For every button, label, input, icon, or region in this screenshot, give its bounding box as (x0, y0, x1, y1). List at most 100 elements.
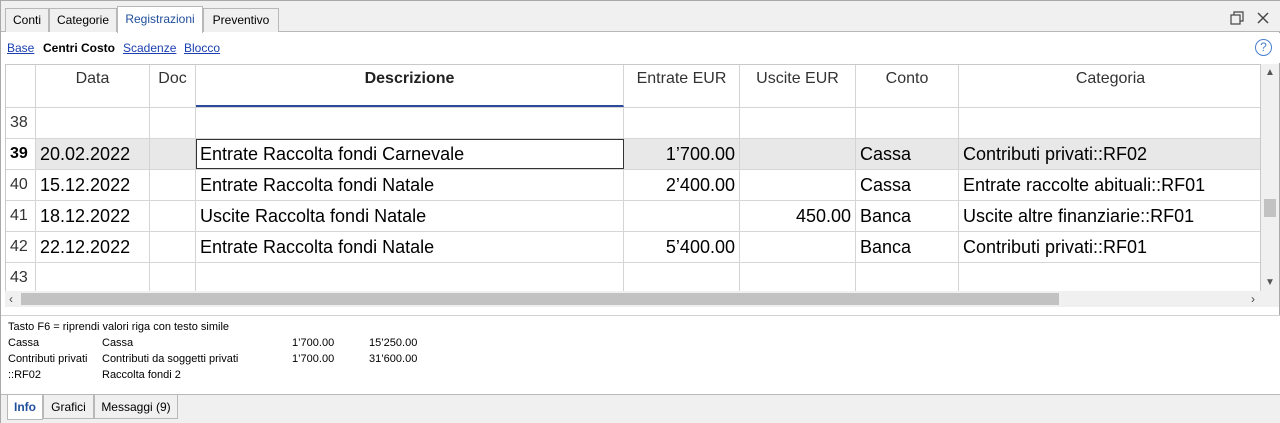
cell-conto[interactable]: Cassa (856, 139, 959, 169)
cell-entrate[interactable]: 1’700.00 (624, 139, 740, 169)
cell-doc[interactable] (150, 263, 196, 292)
info-line-2-col4: 31’600.00 (369, 353, 418, 365)
cell-doc[interactable] (150, 139, 196, 169)
col-header-uscite[interactable]: Uscite EUR (740, 65, 856, 107)
table-row[interactable]: 39 20.02.2022 Entrate Raccolta fondi Carne… (6, 139, 1260, 170)
horizontal-scroll-thumb[interactable] (21, 293, 1059, 305)
scroll-right-icon[interactable]: › (1251, 291, 1255, 307)
bottom-tab-bar: Info Grafici Messaggi (9) (1, 394, 1280, 423)
link-scadenze[interactable]: Scadenze (123, 41, 176, 55)
col-header-entrate[interactable]: Entrate EUR (624, 65, 740, 107)
top-tab-bar: Conti Categorie Registrazioni Preventivo (1, 1, 1280, 33)
cell-data[interactable]: 15.12.2022 (36, 170, 150, 200)
app-window: Conti Categorie Registrazioni Preventivo… (0, 0, 1280, 423)
cell-descrizione[interactable]: Entrate Raccolta fondi Carnevale (196, 139, 624, 169)
tab-conti[interactable]: Conti (5, 8, 49, 32)
col-header-descrizione[interactable]: Descrizione (196, 65, 624, 107)
cell-doc[interactable] (150, 232, 196, 262)
transactions-table: Data Doc Descrizione Entrate EUR Uscite … (5, 64, 1261, 293)
cell-conto[interactable]: Banca (856, 201, 959, 231)
tab-grafici[interactable]: Grafici (43, 395, 94, 419)
row-number: 43 (6, 263, 36, 292)
restore-window-icon[interactable] (1230, 11, 1244, 25)
horizontal-scrollbar[interactable]: ‹ › (5, 291, 1279, 307)
cell-descrizione[interactable] (196, 108, 624, 138)
row-number: 38 (6, 108, 36, 138)
table-row[interactable]: 42 22.12.2022 Entrate Raccolta fondi Natal… (6, 232, 1260, 263)
cell-entrate[interactable] (624, 108, 740, 138)
link-blocco[interactable]: Blocco (184, 41, 220, 55)
info-panel: Tasto F6 = riprendi valori riga con test… (1, 315, 1280, 395)
cell-doc[interactable] (150, 170, 196, 200)
info-line-3-col1: ::RF02 (8, 369, 42, 381)
row-number: 42 (6, 232, 36, 262)
cell-data[interactable] (36, 263, 150, 292)
info-line-3-col2: Raccolta fondi 2 (102, 369, 181, 381)
table-row[interactable]: 38 (6, 108, 1260, 139)
cell-uscite[interactable] (740, 263, 856, 292)
cell-descrizione[interactable]: Entrate Raccolta fondi Natale (196, 170, 624, 200)
cell-entrate[interactable] (624, 201, 740, 231)
vertical-scrollbar[interactable]: ▲ ▼ (1261, 64, 1279, 293)
cell-doc[interactable] (150, 201, 196, 231)
cell-conto[interactable]: Cassa (856, 170, 959, 200)
table-row[interactable]: 41 18.12.2022 Uscite Raccolta fondi Natale… (6, 201, 1260, 232)
row-number-header (6, 65, 36, 107)
cell-categoria[interactable]: Contributi privati::RF01 (959, 232, 1260, 262)
info-line-1-col4: 15’250.00 (369, 337, 418, 349)
cell-descrizione[interactable]: Uscite Raccolta fondi Natale (196, 201, 624, 231)
cell-categoria[interactable] (959, 263, 1260, 292)
info-line-1-col1: Cassa (8, 337, 40, 349)
cell-categoria[interactable] (959, 108, 1260, 138)
cell-conto[interactable] (856, 263, 959, 292)
tab-categorie[interactable]: Categorie (49, 8, 117, 32)
cell-uscite[interactable]: 450.00 (740, 201, 856, 231)
info-line-2-col2: Contributi da soggetti privati (102, 353, 239, 365)
row-number: 39 (6, 139, 36, 169)
cell-data[interactable]: 22.12.2022 (36, 232, 150, 262)
cell-entrate[interactable] (624, 263, 740, 292)
cell-doc[interactable] (150, 108, 196, 138)
tab-preventivo[interactable]: Preventivo (203, 8, 279, 32)
tab-info[interactable]: Info (7, 395, 43, 420)
cell-entrate[interactable]: 5’400.00 (624, 232, 740, 262)
table-row[interactable]: 43 (6, 263, 1260, 292)
cell-conto[interactable] (856, 108, 959, 138)
scroll-up-icon[interactable]: ▲ (1261, 67, 1279, 78)
info-line-1-col2: Cassa (102, 337, 134, 349)
info-hint: Tasto F6 = riprendi valori riga con test… (8, 321, 230, 333)
help-icon[interactable]: ? (1255, 39, 1272, 56)
cell-data[interactable]: 20.02.2022 (36, 139, 150, 169)
cell-categoria[interactable]: Uscite altre finanziarie::RF01 (959, 201, 1260, 231)
view-links-bar: Base Centri Costo Scadenze Blocco ? (1, 33, 1280, 63)
cell-categoria[interactable]: Contributi privati::RF02 (959, 139, 1260, 169)
tab-messaggi[interactable]: Messaggi (9) (94, 395, 178, 419)
cell-uscite[interactable] (740, 139, 856, 169)
scroll-down-icon[interactable]: ▼ (1261, 277, 1279, 288)
cell-categoria[interactable]: Entrate raccolte abituali::RF01 (959, 170, 1260, 200)
vertical-scroll-thumb[interactable] (1264, 199, 1276, 217)
cell-uscite[interactable] (740, 108, 856, 138)
table-row[interactable]: 40 15.12.2022 Entrate Raccolta fondi Natal… (6, 170, 1260, 201)
close-icon[interactable] (1256, 11, 1270, 25)
col-header-categoria[interactable]: Categoria (959, 65, 1260, 107)
info-line-2-col3: 1’700.00 (292, 353, 335, 365)
col-header-data[interactable]: Data (36, 65, 150, 107)
cell-uscite[interactable] (740, 232, 856, 262)
cell-data[interactable]: 18.12.2022 (36, 201, 150, 231)
tab-registrazioni[interactable]: Registrazioni (117, 6, 203, 33)
cell-descrizione[interactable] (196, 263, 624, 292)
cell-uscite[interactable] (740, 170, 856, 200)
col-header-doc[interactable]: Doc (150, 65, 196, 107)
cell-descrizione[interactable]: Entrate Raccolta fondi Natale (196, 232, 624, 262)
scroll-left-icon[interactable]: ‹ (9, 291, 13, 307)
col-header-conto[interactable]: Conto (856, 65, 959, 107)
cell-data[interactable] (36, 108, 150, 138)
link-centri-costo[interactable]: Centri Costo (43, 41, 115, 55)
cell-conto[interactable]: Banca (856, 232, 959, 262)
row-number: 41 (6, 201, 36, 231)
link-base[interactable]: Base (7, 41, 34, 55)
info-line-2-col1: Contributi privati (8, 353, 88, 365)
cell-entrate[interactable]: 2’400.00 (624, 170, 740, 200)
row-number: 40 (6, 170, 36, 200)
